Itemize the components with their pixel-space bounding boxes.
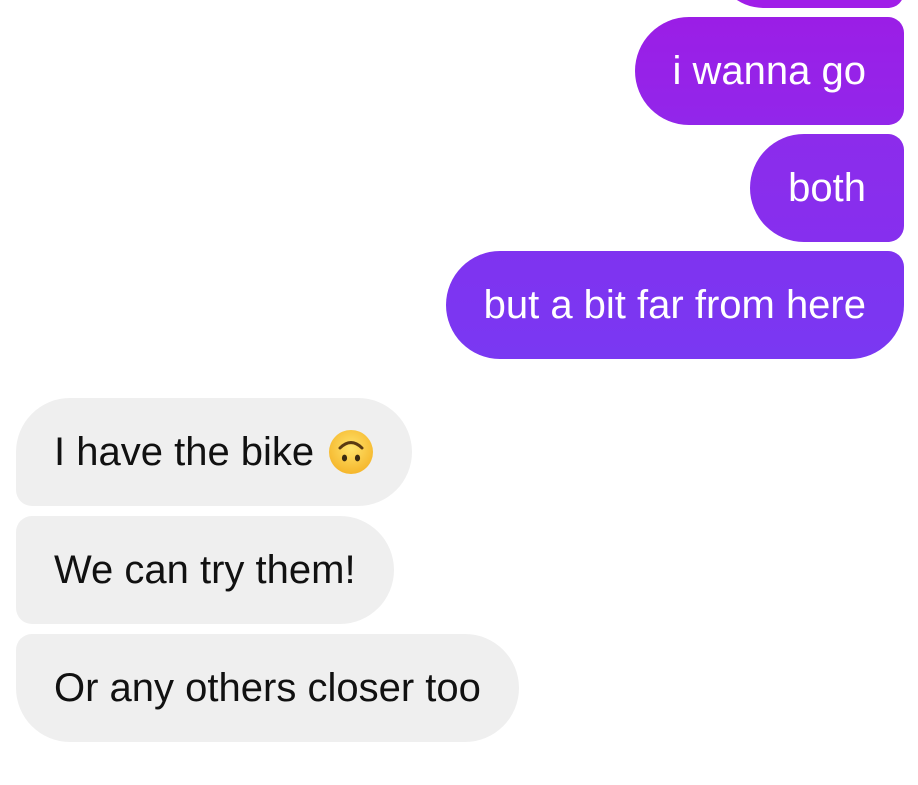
- upside-down-face-icon: [329, 430, 374, 474]
- message-text: We can try them!: [54, 548, 356, 592]
- message-thread: i wanna go both but a bit far from here …: [0, 0, 918, 785]
- sent-message-bubble-partial[interactable]: [714, 0, 904, 8]
- message-text: i wanna go: [672, 49, 866, 93]
- sent-message-bubble[interactable]: but a bit far from here: [445, 251, 904, 359]
- message-text: I have the bike: [54, 430, 315, 474]
- received-message-bubble[interactable]: We can try them!: [16, 516, 394, 624]
- received-message-bubble[interactable]: Or any others closer too: [16, 634, 519, 742]
- message-text: both: [788, 166, 866, 210]
- sent-message-bubble[interactable]: both: [750, 134, 904, 242]
- sent-message-bubble[interactable]: i wanna go: [634, 17, 904, 125]
- message-text: but a bit far from here: [483, 283, 866, 327]
- message-text: Or any others closer too: [54, 666, 481, 710]
- received-message-bubble[interactable]: I have the bike: [16, 398, 413, 506]
